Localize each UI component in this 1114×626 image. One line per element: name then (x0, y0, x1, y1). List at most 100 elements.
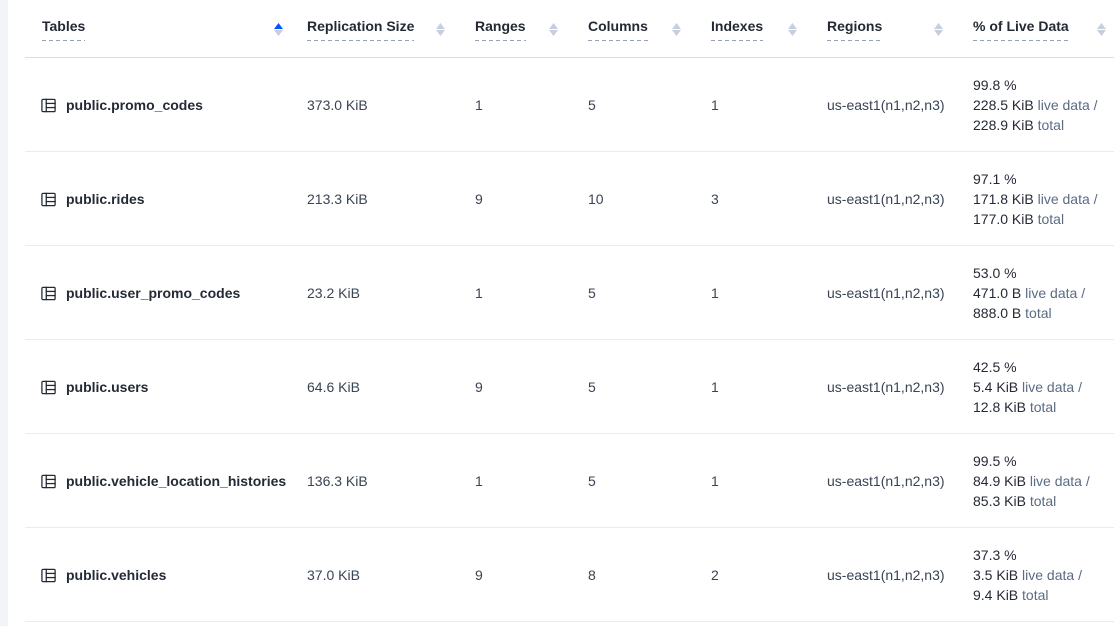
regions-cell: us-east1(n1,n2,n3) (817, 379, 963, 395)
ranges-cell: 1 (465, 285, 578, 301)
live-data-percent: 99.8 % (973, 75, 1114, 95)
table-name-cell: public.rides (8, 191, 297, 208)
table-name-cell: public.users (8, 379, 297, 396)
live-data-cell: 99.8 % 228.5 KiB live data / 228.9 KiB t… (963, 75, 1114, 135)
live-data-cell: 42.5 % 5.4 KiB live data / 12.8 KiB tota… (963, 357, 1114, 417)
live-data-cell: 53.0 % 471.0 B live data / 888.0 B total (963, 263, 1114, 323)
total-data-line: 228.9 KiB total (973, 115, 1114, 135)
table-row[interactable]: public.rides 213.3 KiB 9 10 3 us-east1(n… (8, 152, 1114, 246)
table-name-link[interactable]: public.vehicle_location_histories (66, 473, 286, 489)
table-name-cell: public.vehicles (8, 567, 297, 584)
regions-cell: us-east1(n1,n2,n3) (817, 285, 963, 301)
column-header-live-data[interactable]: % of Live Data (963, 0, 1114, 58)
table-name-cell: public.vehicle_location_histories (8, 473, 297, 490)
live-data-line: 3.5 KiB live data / (973, 565, 1114, 585)
table-name-cell: public.promo_codes (8, 97, 297, 114)
regions-cell: us-east1(n1,n2,n3) (817, 567, 963, 583)
replication-size-cell: 136.3 KiB (297, 473, 465, 489)
table-row[interactable]: public.users 64.6 KiB 9 5 1 us-east1(n1,… (8, 340, 1114, 434)
live-data-cell: 99.5 % 84.9 KiB live data / 85.3 KiB tot… (963, 451, 1114, 511)
table-grid-icon (40, 191, 57, 208)
sort-arrows-icon (926, 23, 943, 36)
column-header-ranges[interactable]: Ranges (465, 0, 578, 58)
live-data-line: 228.5 KiB live data / (973, 95, 1114, 115)
columns-cell: 5 (578, 97, 701, 113)
sort-arrows-icon (664, 23, 681, 36)
live-data-percent: 42.5 % (973, 357, 1114, 377)
replication-size-cell: 37.0 KiB (297, 567, 465, 583)
table-name-cell: public.user_promo_codes (8, 285, 297, 302)
indexes-cell: 1 (701, 473, 817, 489)
table-grid-icon (40, 567, 57, 584)
table-name-link[interactable]: public.user_promo_codes (66, 285, 240, 301)
column-header-tables[interactable]: Tables (8, 0, 297, 58)
ranges-cell: 9 (465, 379, 578, 395)
table-row[interactable]: public.user_promo_codes 23.2 KiB 1 5 1 u… (8, 246, 1114, 340)
live-data-line: 171.8 KiB live data / (973, 189, 1114, 209)
total-data-line: 9.4 KiB total (973, 585, 1114, 605)
column-header-label: Indexes (711, 18, 763, 41)
table-grid-icon (40, 379, 57, 396)
table-row[interactable]: public.vehicle_location_histories 136.3 … (8, 434, 1114, 528)
live-data-line: 471.0 B live data / (973, 283, 1114, 303)
ranges-cell: 1 (465, 473, 578, 489)
total-data-line: 85.3 KiB total (973, 491, 1114, 511)
column-header-columns[interactable]: Columns (578, 0, 701, 58)
ranges-cell: 1 (465, 97, 578, 113)
live-data-cell: 97.1 % 171.8 KiB live data / 177.0 KiB t… (963, 169, 1114, 229)
indexes-cell: 3 (701, 191, 817, 207)
table-name-link[interactable]: public.users (66, 379, 148, 395)
sort-arrows-icon (1089, 23, 1106, 36)
live-data-percent: 53.0 % (973, 263, 1114, 283)
replication-size-cell: 373.0 KiB (297, 97, 465, 113)
columns-cell: 5 (578, 379, 701, 395)
left-gutter (0, 0, 8, 626)
live-data-percent: 99.5 % (973, 451, 1114, 471)
replication-size-cell: 23.2 KiB (297, 285, 465, 301)
column-header-label: Ranges (475, 18, 526, 41)
column-header-label: Regions (827, 18, 882, 41)
tables-page: Tables Replication Size Ranges (0, 0, 1114, 626)
indexes-cell: 1 (701, 285, 817, 301)
table-header-row: Tables Replication Size Ranges (8, 0, 1114, 58)
live-data-line: 84.9 KiB live data / (973, 471, 1114, 491)
table-name-link[interactable]: public.rides (66, 191, 145, 207)
column-header-label: Columns (588, 18, 648, 41)
column-header-label: Tables (42, 18, 85, 41)
live-data-line: 5.4 KiB live data / (973, 377, 1114, 397)
column-header-label: Replication Size (307, 18, 414, 41)
ranges-cell: 9 (465, 567, 578, 583)
regions-cell: us-east1(n1,n2,n3) (817, 191, 963, 207)
table-grid-icon (40, 473, 57, 490)
indexes-cell: 1 (701, 379, 817, 395)
column-header-label: % of Live Data (973, 18, 1069, 41)
columns-cell: 10 (578, 191, 701, 207)
table-name-link[interactable]: public.promo_codes (66, 97, 203, 113)
replication-size-cell: 213.3 KiB (297, 191, 465, 207)
table-body: public.promo_codes 373.0 KiB 1 5 1 us-ea… (8, 58, 1114, 622)
columns-cell: 5 (578, 285, 701, 301)
columns-cell: 8 (578, 567, 701, 583)
table-row[interactable]: public.vehicles 37.0 KiB 9 8 2 us-east1(… (8, 528, 1114, 622)
live-data-percent: 37.3 % (973, 545, 1114, 565)
sort-arrows-icon (780, 23, 797, 36)
table-grid-icon (40, 97, 57, 114)
live-data-percent: 97.1 % (973, 169, 1114, 189)
table-grid-icon (40, 285, 57, 302)
sort-arrows-icon (541, 23, 558, 36)
regions-cell: us-east1(n1,n2,n3) (817, 473, 963, 489)
column-header-replication-size[interactable]: Replication Size (297, 0, 465, 58)
indexes-cell: 1 (701, 97, 817, 113)
table-row[interactable]: public.promo_codes 373.0 KiB 1 5 1 us-ea… (8, 58, 1114, 152)
ranges-cell: 9 (465, 191, 578, 207)
replication-size-cell: 64.6 KiB (297, 379, 465, 395)
total-data-line: 888.0 B total (973, 303, 1114, 323)
regions-cell: us-east1(n1,n2,n3) (817, 97, 963, 113)
total-data-line: 12.8 KiB total (973, 397, 1114, 417)
column-header-regions[interactable]: Regions (817, 0, 963, 58)
sort-arrows-icon (266, 23, 283, 36)
column-header-indexes[interactable]: Indexes (701, 0, 817, 58)
columns-cell: 5 (578, 473, 701, 489)
table-name-link[interactable]: public.vehicles (66, 567, 166, 583)
sort-arrows-icon (428, 23, 445, 36)
